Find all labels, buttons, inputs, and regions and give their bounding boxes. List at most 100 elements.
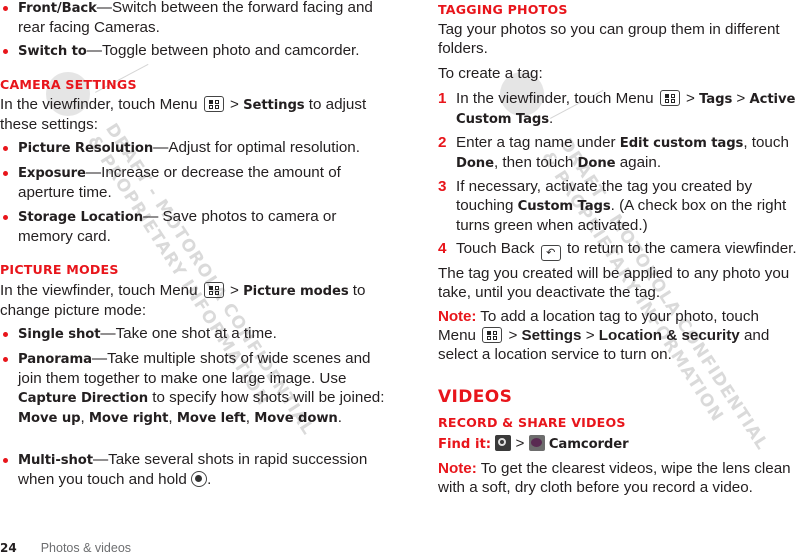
separator: > bbox=[225, 96, 244, 113]
find-it-label: Find it: bbox=[438, 437, 492, 452]
paragraph: In the viewfinder, touch Menu > Picture … bbox=[0, 281, 385, 320]
section-heading: RECORD & SHARE VIDEOS bbox=[438, 415, 626, 430]
note-label: Note: bbox=[438, 460, 477, 477]
separator: , bbox=[80, 409, 89, 426]
text: , then touch bbox=[493, 154, 578, 171]
menu-item-settings: Settings bbox=[243, 98, 305, 113]
step-item: 3 If necessary, activate the tag you cre… bbox=[438, 177, 804, 235]
step-number: 3 bbox=[438, 178, 447, 195]
menu-key-icon bbox=[203, 96, 224, 112]
separator: > bbox=[225, 282, 244, 299]
list-item: Front/Back—Switch between the forward fa… bbox=[0, 0, 388, 37]
bullet-icon bbox=[3, 146, 8, 151]
paragraph: Tag your photos so you can group them in… bbox=[438, 21, 780, 57]
list-item: Picture Resolution—Adjust for optimal re… bbox=[0, 138, 398, 158]
note: Note: To get the clearest videos, wipe t… bbox=[438, 459, 804, 497]
text: . bbox=[207, 471, 212, 488]
bullet-icon bbox=[3, 215, 8, 220]
option-edit-custom-tags: Edit custom tags bbox=[619, 136, 744, 151]
separator: > bbox=[581, 327, 599, 344]
shutter-icon bbox=[191, 471, 208, 487]
camcorder-app-icon bbox=[528, 435, 545, 451]
menu-key-icon bbox=[482, 327, 503, 343]
bullet-icon bbox=[3, 171, 8, 176]
menu-item-settings: Settings bbox=[521, 327, 582, 344]
paragraph: To create a tag: bbox=[438, 65, 543, 82]
step-number: 4 bbox=[438, 240, 447, 257]
term: Switch to bbox=[18, 44, 87, 59]
step-item: 1 In the viewfinder, touch Menu > Tags >… bbox=[438, 89, 804, 129]
description: —Toggle between photo and camcorder. bbox=[86, 42, 360, 59]
menu-item-tags: Tags bbox=[699, 92, 733, 107]
text: to return to the camera viewfinder. bbox=[562, 240, 797, 257]
bullet-icon bbox=[3, 458, 8, 463]
page-footer: 24 Photos & videos bbox=[0, 541, 131, 555]
text: Enter a tag name under bbox=[456, 134, 620, 151]
text: To get the clearest videos, wipe the len… bbox=[438, 460, 791, 496]
separator: > bbox=[732, 90, 750, 107]
paragraph: In the viewfinder, touch Menu > Settings… bbox=[0, 95, 385, 134]
option-capture-direction: Capture Direction bbox=[18, 391, 149, 406]
bullet-icon bbox=[3, 357, 8, 362]
list-item: Multi-shot—Take several shots in rapid s… bbox=[0, 450, 393, 489]
list-item: Exposure—Increase or decrease the amount… bbox=[0, 163, 363, 202]
description: to specify how shots will be joined: bbox=[148, 389, 385, 406]
text: again. bbox=[615, 154, 662, 171]
term: Picture Resolution bbox=[18, 141, 154, 156]
text: . bbox=[337, 409, 342, 426]
text: In the viewfinder, touch Menu bbox=[0, 282, 198, 299]
section-heading: CAMERA SETTINGS bbox=[0, 77, 137, 92]
description: —Take one shot at a time. bbox=[100, 325, 277, 342]
list-item: Storage Location— Save photos to camera … bbox=[0, 207, 358, 246]
term: Exposure bbox=[18, 166, 86, 181]
step-item: 2 Enter a tag name under Edit custom tag… bbox=[438, 133, 804, 173]
term: Panorama bbox=[18, 352, 92, 367]
term: Multi-shot bbox=[18, 453, 93, 468]
back-key-icon: ↶ bbox=[540, 245, 561, 261]
paragraph: The tag you created will be applied to a… bbox=[438, 265, 790, 301]
separator: > bbox=[681, 90, 700, 107]
list-item: Single shot—Take one shot at a time. bbox=[0, 324, 398, 344]
menu-item-picture-modes: Picture modes bbox=[243, 284, 349, 299]
menu-item-location-security: Location & security bbox=[598, 327, 740, 344]
separator: > bbox=[511, 435, 529, 452]
step-item: 4 Touch Back ↶ to return to the camera v… bbox=[438, 239, 804, 261]
text: , touch bbox=[743, 134, 789, 151]
section-heading: TAGGING PHOTOS bbox=[438, 2, 568, 17]
text: In the viewfinder, touch Menu bbox=[456, 90, 654, 107]
chapter-heading: VIDEOS bbox=[438, 387, 513, 407]
note-label: Note: bbox=[438, 308, 477, 325]
section-title: Photos & videos bbox=[40, 541, 132, 555]
bullet-icon bbox=[3, 49, 8, 54]
separator: , bbox=[245, 409, 255, 426]
option-done: Done bbox=[456, 156, 494, 171]
list-item: Panorama—Take multiple shots of wide sce… bbox=[0, 349, 388, 428]
option-direction: Move left bbox=[176, 411, 246, 426]
separator: > bbox=[504, 327, 522, 344]
term: Front/Back bbox=[18, 1, 97, 16]
bullet-icon bbox=[3, 332, 8, 337]
camera-app-icon bbox=[495, 435, 512, 451]
camcorder-label: Camcorder bbox=[548, 437, 629, 452]
text: . bbox=[549, 110, 554, 127]
bullet-icon bbox=[3, 6, 8, 11]
step-number: 1 bbox=[438, 90, 447, 107]
text: Touch Back bbox=[456, 240, 535, 257]
term: Storage Location bbox=[18, 210, 144, 225]
list-item: Switch to—Toggle between photo and camco… bbox=[0, 41, 398, 61]
section-heading: PICTURE MODES bbox=[0, 262, 119, 277]
page-number: 24 bbox=[0, 541, 17, 555]
find-it: Find it: > Camcorder bbox=[438, 434, 629, 454]
text: In the viewfinder, touch Menu bbox=[0, 96, 198, 113]
option-done: Done bbox=[577, 156, 616, 171]
option-custom-tags: Custom Tags bbox=[517, 199, 611, 214]
step-number: 2 bbox=[438, 134, 447, 151]
term: Single shot bbox=[18, 327, 101, 342]
note: Note: To add a location tag to your phot… bbox=[438, 307, 794, 364]
option-direction: Move right bbox=[88, 411, 169, 426]
menu-key-icon bbox=[659, 90, 680, 106]
option-direction: Move down bbox=[254, 411, 338, 426]
option-direction: Move up bbox=[18, 411, 81, 426]
separator: , bbox=[168, 409, 177, 426]
menu-key-icon bbox=[203, 282, 224, 298]
